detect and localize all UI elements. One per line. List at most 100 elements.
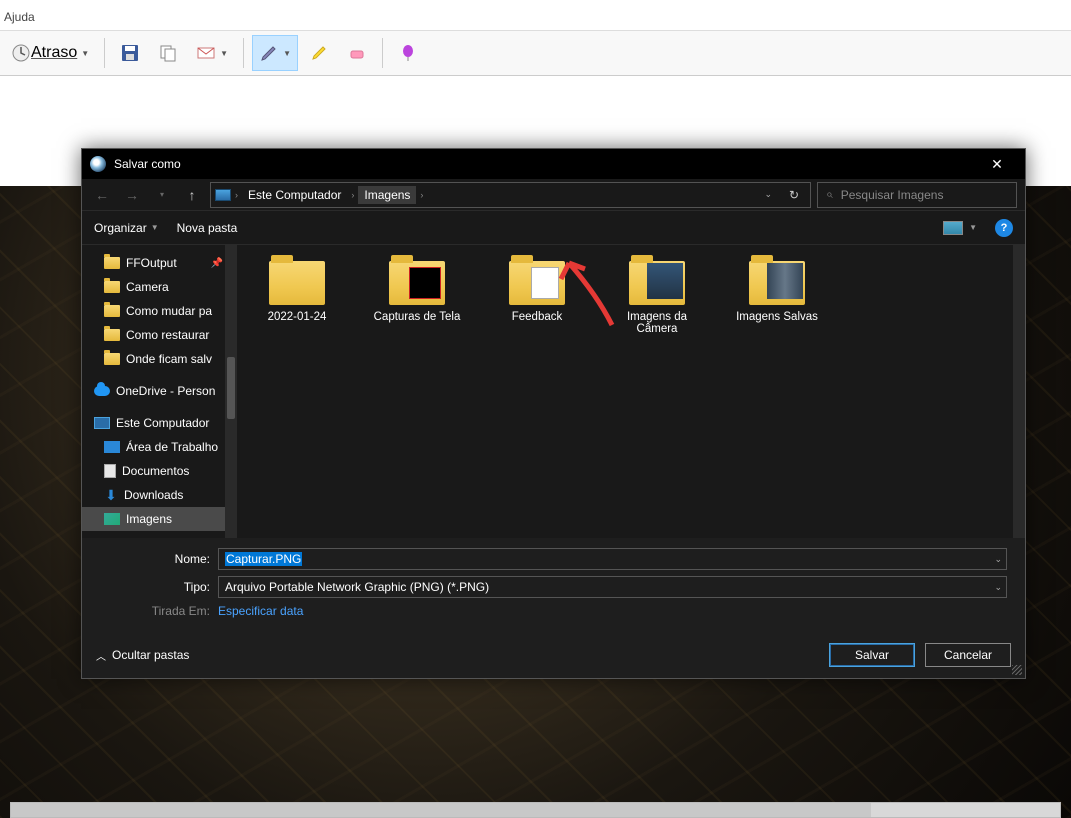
folder-2022-01-24[interactable]: 2022-01-24 [247, 261, 347, 323]
filetype-label: Tipo: [100, 580, 210, 594]
pin-icon: 📌 [211, 258, 223, 269]
save-as-dialog: Salvar como ✕ ← → ▾ ↑ › Este Computador … [81, 148, 1026, 679]
status-bar [10, 802, 1061, 818]
tree-item-onedrive[interactable]: OneDrive - Person [82, 379, 237, 403]
eraser-icon [347, 43, 367, 63]
folder-icon [104, 305, 120, 317]
app-icon [90, 156, 106, 172]
folder-tree: FFOutput📌 Camera Como mudar pa Como rest… [82, 245, 237, 538]
breadcrumb-root[interactable]: Este Computador [242, 186, 347, 204]
tree-item-este-computador[interactable]: Este Computador [82, 411, 237, 435]
folder-capturas[interactable]: Capturas de Tela [367, 261, 467, 323]
folder-icon [104, 257, 120, 269]
balloon-icon [398, 43, 418, 63]
chevron-right-icon[interactable]: › [235, 190, 238, 200]
folder-content[interactable]: 2022-01-24 Capturas de Tela Feedback Ima… [237, 245, 1025, 538]
eraser-button[interactable] [340, 35, 374, 71]
search-icon: ⌕ [826, 187, 833, 202]
back-button[interactable]: ← [90, 183, 114, 207]
copy-button[interactable] [151, 35, 185, 71]
content-scrollbar[interactable] [1013, 245, 1025, 538]
folder-icon [389, 261, 445, 305]
forward-button[interactable]: → [120, 183, 144, 207]
color-button[interactable] [391, 35, 425, 71]
filename-label: Nome: [100, 552, 210, 566]
envelope-icon [196, 43, 216, 63]
specify-date-link[interactable]: Especificar data [218, 604, 303, 618]
folder-icon [749, 261, 805, 305]
dialog-footer: ︿ Ocultar pastas Salvar Cancelar [82, 632, 1025, 678]
copy-icon [158, 43, 178, 63]
app-toolbar: Atraso ▼ ▼ ▼ [0, 30, 1071, 76]
highlighter-button[interactable] [302, 35, 336, 71]
filetype-select[interactable]: Arquivo Portable Network Graphic (PNG) (… [218, 576, 1007, 598]
menu-bar: Ajuda [0, 0, 1071, 30]
command-bar: Organizar ▼ Nova pasta ▼ ? [82, 211, 1025, 245]
pc-icon [94, 417, 110, 429]
tree-item-ffoutput[interactable]: FFOutput📌 [82, 251, 237, 275]
hide-folders-button[interactable]: ︿ Ocultar pastas [96, 648, 189, 663]
download-icon: ⬇ [104, 488, 118, 502]
view-button[interactable]: ▼ [943, 221, 977, 235]
tree-item-como-restaurar[interactable]: Como restaurar [82, 323, 237, 347]
sidebar-scrollbar[interactable] [225, 245, 237, 538]
menu-help[interactable]: Ajuda [4, 10, 35, 24]
address-dropdown[interactable]: ⌄ [758, 189, 778, 200]
tree-item-como-mudar[interactable]: Como mudar pa [82, 299, 237, 323]
mail-button[interactable]: ▼ [189, 35, 235, 71]
folder-icon [629, 261, 685, 305]
new-folder-button[interactable]: Nova pasta [177, 221, 238, 235]
dialog-body: FFOutput📌 Camera Como mudar pa Como rest… [82, 245, 1025, 538]
desktop-icon [104, 441, 120, 453]
save-button[interactable] [113, 35, 147, 71]
resize-grip[interactable] [1012, 665, 1022, 675]
delay-button[interactable]: Atraso ▼ [4, 35, 96, 71]
chevron-right-icon[interactable]: › [420, 190, 423, 200]
recent-dropdown[interactable]: ▾ [150, 183, 174, 207]
delay-label: Atraso [31, 44, 77, 62]
cancel-button[interactable]: Cancelar [925, 643, 1011, 667]
form-area: Nome: Capturar.PNG ⌄ Tipo: Arquivo Porta… [82, 538, 1025, 632]
close-button[interactable]: ✕ [977, 149, 1017, 179]
chevron-up-icon: ︿ [96, 648, 106, 663]
address-bar[interactable]: › Este Computador › Imagens › ⌄ ↻ [210, 182, 811, 208]
tree-item-camera[interactable]: Camera [82, 275, 237, 299]
pen-icon [259, 43, 279, 63]
folder-icon [104, 281, 120, 293]
clock-icon [11, 43, 31, 63]
folder-imagens-salvas[interactable]: Imagens Salvas [727, 261, 827, 323]
nav-bar: ← → ▾ ↑ › Este Computador › Imagens › ⌄ … [82, 179, 1025, 211]
cloud-icon [94, 386, 110, 396]
breadcrumb-current[interactable]: Imagens [358, 186, 416, 204]
folder-feedback[interactable]: Feedback [487, 261, 587, 323]
tree-item-images[interactable]: Imagens [82, 507, 237, 531]
chevron-down-icon[interactable]: ⌄ [994, 554, 1002, 565]
folder-icon [104, 353, 120, 365]
tree-item-onde-ficam[interactable]: Onde ficam salv [82, 347, 237, 371]
up-button[interactable]: ↑ [180, 183, 204, 207]
folder-icon [269, 261, 325, 305]
tree-item-downloads[interactable]: ⬇Downloads [82, 483, 237, 507]
save-button[interactable]: Salvar [829, 643, 915, 667]
tree-item-documents[interactable]: Documentos [82, 459, 237, 483]
chevron-down-icon: ▼ [283, 49, 291, 58]
pc-icon [215, 189, 231, 201]
images-icon [104, 513, 120, 525]
search-placeholder: Pesquisar Imagens [841, 188, 944, 202]
search-input[interactable]: ⌕ Pesquisar Imagens [817, 182, 1017, 208]
refresh-button[interactable]: ↻ [782, 188, 806, 202]
chevron-right-icon[interactable]: › [351, 190, 354, 200]
organize-button[interactable]: Organizar ▼ [94, 221, 159, 235]
chevron-down-icon: ▼ [969, 223, 977, 232]
tree-item-desktop[interactable]: Área de Trabalho [82, 435, 237, 459]
chevron-down-icon: ▼ [151, 223, 159, 232]
view-icon [943, 221, 963, 235]
document-icon [104, 464, 116, 478]
help-button[interactable]: ? [995, 219, 1013, 237]
pen-tool-button[interactable]: ▼ [252, 35, 298, 71]
chevron-down-icon[interactable]: ⌄ [994, 582, 1002, 593]
titlebar: Salvar como ✕ [82, 149, 1025, 179]
folder-imagens-camera[interactable]: Imagens da Câmera [607, 261, 707, 335]
highlighter-icon [309, 43, 329, 63]
filename-input[interactable]: Capturar.PNG ⌄ [218, 548, 1007, 570]
